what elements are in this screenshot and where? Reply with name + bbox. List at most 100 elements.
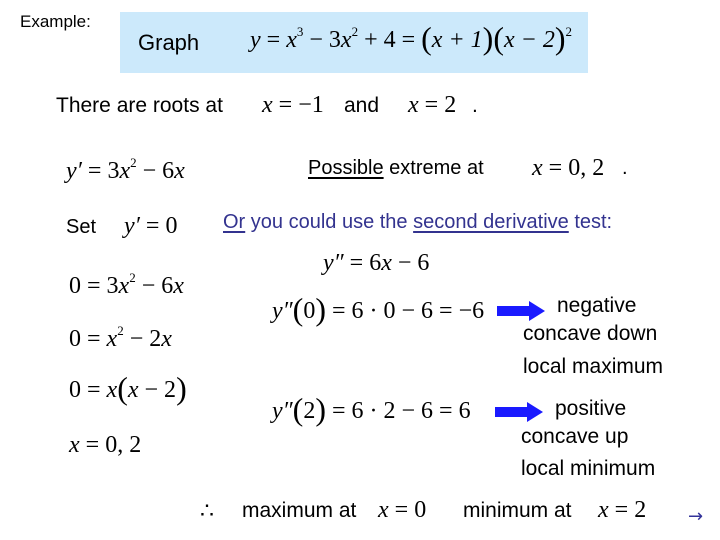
second-derivative: y″ = 6x − 6 [323,250,429,277]
ydoubleprime: y″ [272,298,293,324]
eq-x: x [286,27,297,53]
yprime: y′ [66,158,82,184]
eq-x: x [340,27,352,53]
x: x [532,155,543,181]
arg: 0 [303,298,316,324]
minimum-value: x = 2 [598,497,646,524]
solve-step-1: 0 = 3x2 − 6x [69,271,184,300]
term: − 6 [135,273,174,299]
right-arrow-icon [497,301,545,321]
or-underlined: Or [223,211,246,233]
minimum-at-text: minimum at [463,499,572,522]
result-local-minimum: local minimum [521,457,656,480]
paren: ) [554,20,566,56]
x: x [174,158,185,184]
right-arrow-icon [495,402,543,422]
ydoubleprime: y″ [323,250,344,276]
paren: ) [482,20,494,56]
yprime: y′ [124,213,140,239]
term: = 3 [81,158,120,184]
term: − 2 [138,377,177,403]
eq-factor2-exp: 2 [565,24,572,39]
eq-y: y [250,27,261,53]
solve-step-4: x = 0, 2 [69,432,141,459]
extreme-values: x = 0, 2 [532,155,604,182]
x: x [119,158,131,184]
eq-factor1: x + 1 [431,27,483,53]
extreme-text: extreme at [383,157,484,179]
result-positive: positive [555,397,627,420]
set-label: Set [66,216,97,238]
eq-term: + 4 = [358,27,422,53]
extreme-suffix: . [622,157,628,179]
roots-suffix: . [472,94,478,117]
x: x [106,377,118,403]
root2-value: = 2 [418,92,457,118]
possible-underlined: Possible [308,157,384,179]
term: 0 = [69,377,107,403]
term: = 6 [343,250,382,276]
therefore-symbol: ∴ [200,498,214,523]
graph-label: Graph [138,30,200,55]
x: x [106,326,118,352]
ydoubleprime: y″ [272,398,293,424]
second-derivative-underlined: second derivative [413,211,569,233]
eq-factor2: x − 2 [503,27,555,53]
x: x [173,273,184,299]
term: = 0, 2 [79,432,142,458]
root2-var: x [408,92,419,118]
second-derivative-intro: Or you could use the second derivative t… [223,211,612,234]
roots-connector: and [344,94,380,117]
function-equation: y = x3 − 3x2 + 4 = (x + 1)(x − 2)2 [250,22,572,54]
paren: ( [117,370,128,406]
x: x [381,250,392,276]
maximum-value: x = 0 [378,497,426,524]
eq-equals: = [260,27,287,53]
x: x [127,377,139,403]
test-at-two: y″(2) = 6 · 2 − 6 = 6 [272,393,471,425]
term: − 6 [391,250,430,276]
first-derivative: y′ = 3x2 − 6x [66,156,185,185]
value: = 2 [608,497,647,523]
paren: ( [292,391,304,427]
x: x [69,432,80,458]
term: 0 = 3 [69,273,119,299]
x: x [118,273,130,299]
roots-prefix: There are roots at [56,94,223,117]
arg: 2 [303,398,316,424]
rhs: = 6 · 0 − 6 = −6 [325,298,485,324]
paren: ( [493,20,504,56]
eq-term: − 3 [303,27,341,53]
x: x [598,497,609,523]
paren: ) [315,391,326,427]
rhs: = 0 [139,213,178,239]
term: 0 = [69,326,107,352]
test-at-zero: y″(0) = 6 · 0 − 6 = −6 [272,293,485,325]
x: x [378,497,389,523]
result-concave-down: concave down [523,322,658,345]
root1: x = −1 [262,92,324,119]
paren: ( [421,20,432,56]
result-negative: negative [557,294,637,317]
paren: ) [315,291,326,327]
value: = 0 [388,497,427,523]
intro-text: test: [568,211,613,233]
term: − 6 [136,158,175,184]
root1-var: x [262,92,273,118]
possible-extreme: Possible extreme at [308,157,484,180]
solve-step-2: 0 = x2 − 2x [69,324,172,353]
paren: ( [292,291,304,327]
values: = 0, 2 [542,155,605,181]
set-equation: y′ = 0 [124,213,177,240]
maximum-at-text: maximum at [242,499,357,522]
solve-step-3: 0 = x(x − 2) [69,372,187,404]
intro-text: you could use the [245,211,414,233]
x: x [161,326,172,352]
result-concave-up: concave up [521,425,629,448]
paren: ) [176,370,187,406]
term: − 2 [123,326,162,352]
root1-value: = −1 [272,92,324,118]
rhs: = 6 · 2 − 6 = 6 [325,398,471,424]
root2: x = 2 [408,92,456,119]
next-slide-arrow-icon[interactable]: → [688,506,703,527]
